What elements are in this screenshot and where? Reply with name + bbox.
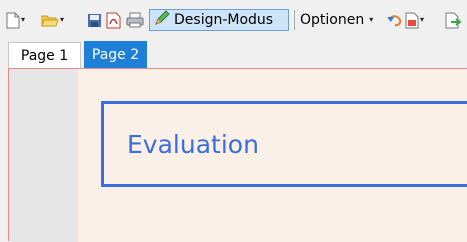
chevron-down-icon[interactable]: ▾ — [21, 16, 25, 24]
chevron-down-icon: ▾ — [369, 15, 374, 24]
save-button[interactable] — [87, 10, 102, 30]
chevron-down-icon[interactable]: ▾ — [60, 16, 64, 24]
pencil-icon — [154, 10, 170, 30]
options-label: Optionen — [300, 12, 365, 28]
print-icon — [126, 12, 144, 28]
print-button[interactable] — [126, 10, 144, 30]
pdf-icon — [106, 12, 121, 29]
options-menu[interactable]: Optionen ▾ — [300, 10, 373, 30]
toolbar-separator — [294, 10, 295, 30]
tab-page-1[interactable]: Page 1 — [8, 42, 81, 69]
undo-icon — [386, 12, 403, 28]
pdf-button[interactable] — [106, 10, 121, 30]
undo-button[interactable] — [386, 10, 403, 30]
evaluation-box[interactable]: Evaluation — [101, 101, 467, 187]
new-button[interactable]: ▾ — [6, 10, 25, 30]
new-document-icon — [6, 12, 20, 29]
open-button[interactable]: ▾ — [41, 10, 64, 30]
open-folder-icon — [41, 13, 59, 28]
page-canvas[interactable]: Evaluation — [78, 69, 467, 242]
document-menu-button[interactable]: ▾ — [405, 10, 424, 30]
export-button[interactable] — [445, 10, 463, 30]
design-mode-label: Design-Modus — [174, 12, 274, 28]
tab-page-2[interactable]: Page 2 — [84, 41, 147, 68]
chevron-down-icon[interactable]: ▾ — [420, 16, 424, 24]
editor-area: Evaluation — [8, 68, 467, 242]
design-mode-button[interactable]: Design-Modus — [149, 9, 289, 31]
document-icon — [405, 12, 419, 29]
toolbar: ▾ ▾ Design-Modus Optionen ▾ ▾ — [0, 0, 467, 40]
evaluation-text: Evaluation — [127, 130, 259, 159]
export-icon — [445, 12, 463, 29]
save-icon — [87, 13, 102, 28]
left-gutter — [9, 69, 78, 242]
